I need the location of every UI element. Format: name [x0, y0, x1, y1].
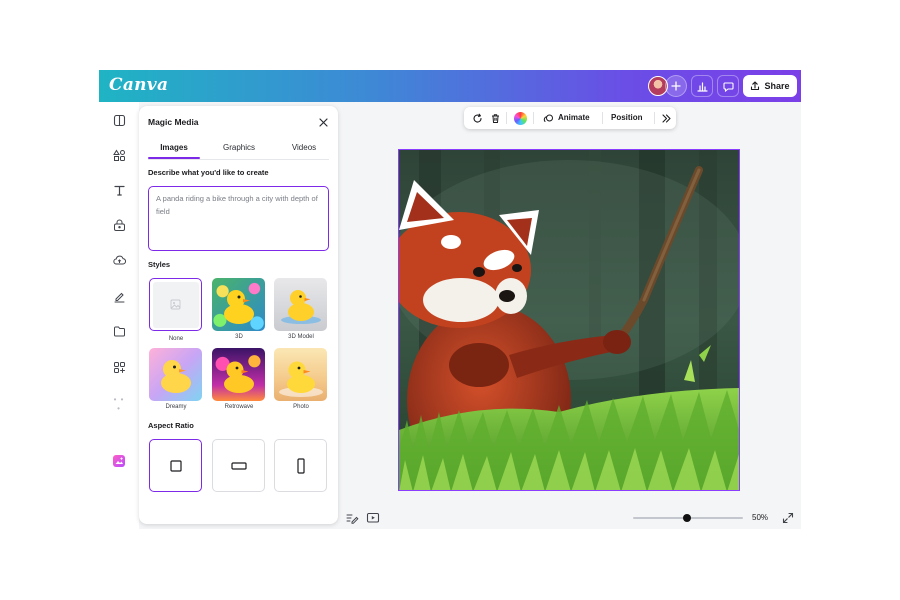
magic-media-icon: [113, 455, 125, 467]
left-rail: • • •: [99, 102, 139, 529]
zoom-level[interactable]: 50%: [752, 513, 768, 522]
rubber-duck-image: [279, 361, 323, 397]
tab-images[interactable]: Images: [148, 143, 200, 157]
tab-videos[interactable]: Videos: [277, 143, 331, 157]
play-screen-icon: [366, 512, 380, 523]
style-caption-retrowave: Retrowave: [224, 404, 254, 410]
double-chevron-right-icon: [661, 113, 671, 123]
uploads-icon[interactable]: [111, 252, 127, 268]
prompt-textarea[interactable]: A panda riding a bike through a city wit…: [148, 186, 329, 251]
style-tile-3d[interactable]: [212, 278, 265, 331]
aspect-ratio-label: Aspect Ratio: [148, 421, 194, 430]
aspect-landscape-button[interactable]: [212, 439, 265, 492]
toolbar-separator: [506, 112, 507, 124]
square-ratio-icon: [169, 459, 182, 472]
color-wheel-icon: [513, 111, 527, 125]
color-button[interactable]: [512, 110, 528, 126]
styles-label: Styles: [148, 260, 171, 269]
style-none-thumb: [152, 281, 199, 328]
toolbar-separator: [533, 112, 534, 124]
projects-icon[interactable]: [111, 323, 127, 339]
rubber-duck-image: [224, 361, 254, 393]
top-header: Canva Share: [99, 70, 801, 102]
active-tab-indicator: [148, 157, 200, 159]
style-tile-dreamy[interactable]: [149, 348, 202, 401]
expand-icon: [782, 512, 794, 524]
tab-divider: [148, 159, 329, 160]
toolbar-separator: [654, 112, 655, 124]
close-icon: [318, 117, 328, 127]
position-button[interactable]: Position: [611, 113, 643, 122]
text-icon[interactable]: [111, 182, 127, 198]
style-tile-retrowave[interactable]: [212, 348, 265, 401]
rubber-duck-image: [161, 360, 191, 393]
regenerate-button[interactable]: [469, 110, 485, 126]
share-label: Share: [764, 81, 790, 91]
zoom-slider-thumb[interactable]: [683, 514, 691, 522]
portrait-ratio-icon: [296, 457, 305, 474]
apps-icon[interactable]: [111, 359, 127, 375]
design-icon[interactable]: [111, 112, 127, 128]
panel-title: Magic Media: [148, 117, 199, 127]
draw-icon[interactable]: [111, 288, 127, 304]
notes-button[interactable]: [345, 511, 359, 525]
refresh-icon: [473, 113, 482, 123]
toolbar-separator: [602, 112, 603, 124]
canvas-selected-image[interactable]: [398, 149, 740, 491]
plus-icon: [671, 81, 681, 91]
magic-media-app-button[interactable]: [109, 451, 129, 471]
bar-chart-icon: [696, 81, 708, 92]
aspect-square-button[interactable]: [149, 439, 202, 492]
notes-pencil-icon: [346, 514, 359, 524]
describe-label: Describe what you'd like to create: [148, 168, 269, 177]
elements-icon[interactable]: [111, 147, 127, 163]
style-caption-dreamy: Dreamy: [165, 404, 187, 410]
close-panel-button[interactable]: [316, 115, 330, 129]
animate-icon-button[interactable]: [540, 110, 556, 126]
comment-icon: [722, 81, 734, 92]
style-tile-photo[interactable]: [274, 348, 327, 401]
share-upload-icon: [751, 81, 760, 91]
insights-button[interactable]: [691, 75, 713, 97]
animate-button[interactable]: Animate: [558, 113, 590, 122]
delete-button[interactable]: [487, 110, 503, 126]
style-caption-3d-model: 3D Model: [288, 334, 314, 340]
landscape-ratio-icon: [230, 461, 247, 470]
style-tile-3d-model[interactable]: [274, 278, 327, 331]
style-caption-photo: Photo: [293, 404, 309, 410]
more-apps-dots[interactable]: • • •: [113, 395, 125, 413]
magic-media-panel: Magic Media Images Graphics Videos Descr…: [139, 106, 338, 524]
rubber-duck-image: [281, 290, 321, 324]
image-placeholder-icon: [170, 299, 181, 310]
animate-icon: [543, 114, 553, 122]
brand-icon[interactable]: [111, 217, 127, 233]
share-button[interactable]: Share: [743, 75, 797, 97]
more-toolbar-button[interactable]: [658, 110, 674, 126]
comments-button[interactable]: [717, 75, 739, 97]
add-collaborator-button[interactable]: [665, 75, 687, 97]
aspect-portrait-button[interactable]: [274, 439, 327, 492]
canva-logo[interactable]: Canva: [109, 75, 168, 95]
style-tile-none[interactable]: [149, 278, 202, 331]
tab-graphics[interactable]: Graphics: [211, 143, 267, 157]
rubber-duck-image: [224, 290, 254, 324]
present-button[interactable]: [366, 511, 380, 525]
element-toolbar: Animate Position: [464, 107, 676, 129]
style-caption-none: None: [168, 336, 184, 342]
canva-editor: Canva Share • • • Magic Media Images Gra…: [99, 70, 801, 529]
trash-icon: [491, 113, 499, 123]
style-caption-3d: 3D: [235, 334, 243, 340]
fullscreen-button[interactable]: [782, 511, 794, 524]
red-panda-image: [399, 150, 739, 490]
